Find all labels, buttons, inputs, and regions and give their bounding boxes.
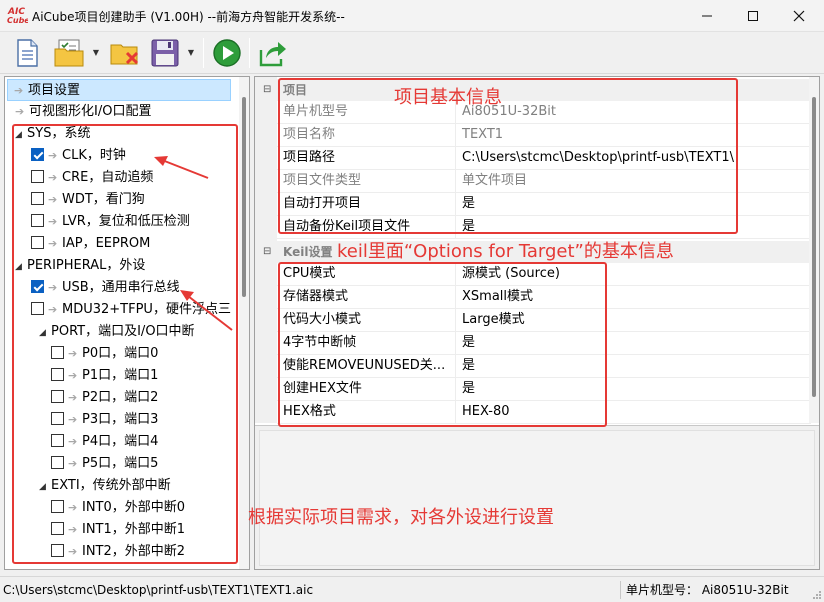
save-project-button[interactable]	[148, 37, 182, 69]
export-share-icon	[259, 42, 286, 67]
export-button[interactable]	[256, 37, 290, 69]
play-green-icon	[213, 39, 241, 67]
project-info-highlight	[278, 78, 738, 234]
description-pane	[255, 425, 819, 569]
peripheral-annotation: 根据实际项目需求，对各外设进行设置	[248, 507, 554, 528]
close-project-button[interactable]	[108, 37, 142, 69]
tree-item[interactable]: ➔ 项目设置	[7, 79, 231, 101]
tree-item-label: 可视图形化I/O口配置	[29, 104, 152, 119]
maximize-button[interactable]	[730, 0, 776, 32]
open-dropdown-arrow[interactable]: ▼	[91, 48, 101, 58]
title-bar: AIC Cube AiCube项目创建助手 (V1.00H) --前海方舟智能开…	[0, 0, 824, 32]
close-button[interactable]	[776, 0, 822, 32]
status-project-path: C:\Users\stcmc\Desktop\printf-usb\TEXT1\…	[3, 583, 314, 597]
keil-info-annotation: keil里面“Options for Target”的基本信息	[337, 241, 674, 262]
toolbar-separator-2	[249, 38, 250, 68]
arrow-right-icon: ➔	[14, 84, 24, 97]
status-chip-model: 单片机型号： Ai8051U-32Bit	[626, 583, 789, 597]
window-title: AiCube项目创建助手 (V1.00H) --前海方舟智能开发系统--	[32, 10, 345, 24]
maximize-icon	[748, 11, 758, 21]
floppy-disk-icon	[151, 39, 179, 67]
svg-text:Cube: Cube	[7, 16, 28, 25]
keil-settings-highlight	[278, 262, 607, 427]
arrow-right-icon: ➔	[15, 105, 25, 118]
minimize-button[interactable]	[684, 0, 730, 32]
status-bar: C:\Users\stcmc\Desktop\printf-usb\TEXT1\…	[0, 576, 824, 602]
generate-button[interactable]	[210, 37, 244, 69]
project-info-annotation: 项目基本信息	[394, 87, 502, 108]
minimize-icon	[702, 15, 712, 17]
resize-grip-icon[interactable]	[812, 590, 822, 600]
property-scrollbar[interactable]	[809, 77, 819, 423]
new-document-icon	[17, 39, 38, 67]
tree-scrollbar[interactable]	[239, 77, 249, 569]
folder-delete-icon	[110, 44, 139, 65]
open-folder-checklist-icon	[54, 39, 84, 67]
peripheral-highlight	[12, 124, 238, 564]
aicube-logo-icon: AIC Cube	[7, 7, 28, 25]
tree-item-label: 项目设置	[28, 83, 81, 98]
new-project-button[interactable]	[10, 37, 44, 69]
description-box	[259, 430, 815, 566]
close-icon	[793, 10, 805, 22]
toolbar-separator	[203, 38, 204, 68]
open-project-button[interactable]	[52, 37, 86, 69]
collapse-minus-icon[interactable]: ⊟	[263, 79, 271, 101]
toolbar: ▼ ▼	[0, 32, 824, 74]
status-divider	[620, 581, 621, 599]
save-dropdown-arrow[interactable]: ▼	[186, 48, 196, 58]
collapse-minus-icon[interactable]: ⊟	[263, 241, 271, 263]
tree-item[interactable]: ➔ 可视图形化I/O口配置	[9, 101, 151, 123]
